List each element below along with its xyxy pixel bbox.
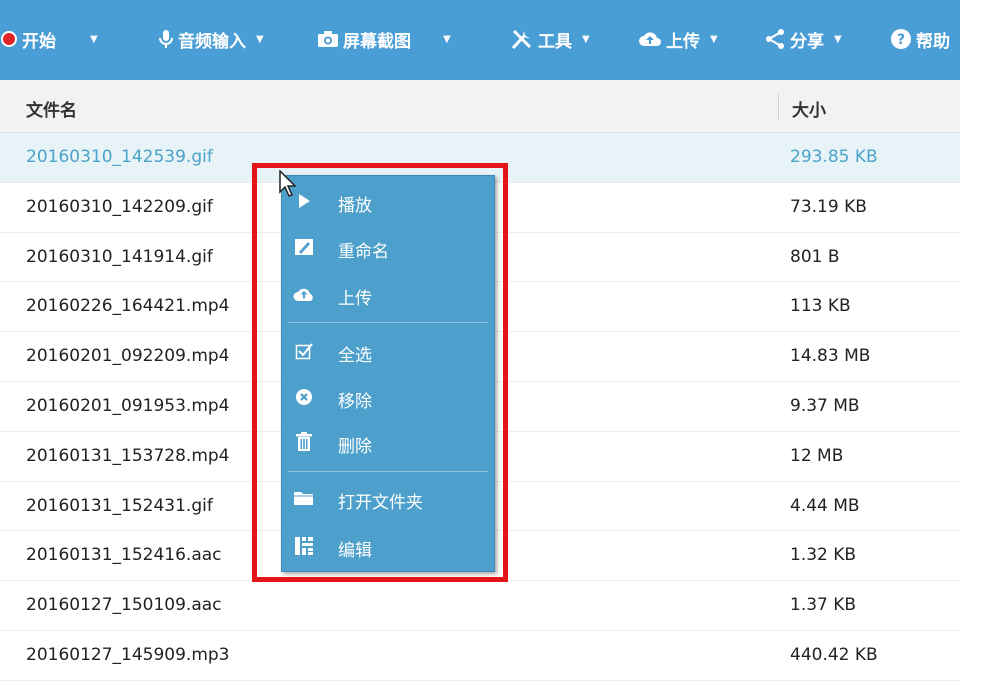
file-size: 4.44 MB [790, 495, 860, 516]
menu-item-open-folder[interactable]: 打开文件夹 [282, 478, 494, 518]
menu-item-delete[interactable]: 删除 [282, 422, 494, 462]
file-name: 20160310_142539.gif [26, 147, 213, 167]
select-all-icon [292, 340, 316, 362]
file-size: 293.85 KB [790, 147, 878, 167]
mouse-cursor-icon [279, 169, 299, 202]
screenshot-label: 屏幕截图 [343, 31, 411, 52]
tools-icon [510, 28, 534, 50]
cloud-upload-icon [638, 30, 662, 48]
menu-item-upload[interactable]: 上传 [282, 274, 494, 314]
file-size: 73.19 KB [790, 196, 867, 217]
toolbar: 开始 ▼ 音频输入 ▼ 屏幕截图 ▼ 工具 ▼ 上传 ▼ 分享 ▼ ? 帮助 [0, 0, 960, 80]
file-size: 440.42 KB [790, 644, 878, 665]
menu-item-remove[interactable]: 移除 [282, 377, 494, 417]
menu-item-edit[interactable]: 编辑 [282, 526, 494, 566]
file-name: 20160310_141914.gif [26, 246, 213, 267]
edit-icon [292, 535, 316, 557]
menu-item-label: 上传 [338, 289, 372, 309]
cloud-upload-icon [292, 283, 316, 305]
table-row[interactable]: 20160127_150109.aac 1.37 KB [0, 581, 960, 631]
chevron-down-icon: ▼ [582, 33, 590, 45]
share-label: 分享 [790, 31, 824, 52]
svg-text:?: ? [897, 32, 905, 48]
help-icon: ? [890, 28, 912, 50]
menu-item-play[interactable]: 播放 [282, 181, 494, 221]
file-size: 14.83 MB [790, 346, 871, 367]
tools-button[interactable]: 工具 ▼ [510, 24, 590, 54]
menu-item-label: 打开文件夹 [338, 493, 423, 513]
table-row[interactable]: 20160127_145909.mp3 440.42 KB [0, 631, 960, 681]
app-window: 开始 ▼ 音频输入 ▼ 屏幕截图 ▼ 工具 ▼ 上传 ▼ 分享 ▼ ? 帮助 文… [0, 0, 960, 682]
file-name: 20160226_164421.mp4 [26, 296, 230, 317]
file-size: 113 KB [790, 296, 851, 317]
file-name: 20160127_150109.aac [26, 595, 222, 616]
file-name: 20160310_142209.gif [26, 196, 213, 217]
trash-icon [292, 431, 316, 453]
context-menu: 播放 重命名 上传 全选 移除 删除 打开文件夹 编辑 [281, 175, 495, 572]
file-size: 9.37 MB [790, 395, 860, 416]
menu-separator [288, 471, 488, 472]
help-button[interactable]: ? 帮助 [890, 24, 950, 54]
start-button[interactable]: 开始 ▼ [0, 24, 98, 54]
record-dot-icon [0, 30, 18, 48]
chevron-down-icon: ▼ [443, 33, 451, 45]
file-name: 20160127_145909.mp3 [26, 644, 230, 665]
menu-item-label: 删除 [338, 437, 372, 457]
column-divider[interactable] [778, 94, 779, 120]
file-name: 20160131_153728.mp4 [26, 445, 230, 466]
start-label: 开始 [22, 31, 56, 52]
file-size: 801 B [790, 246, 840, 267]
column-header-filename[interactable]: 文件名 [26, 96, 77, 121]
menu-item-select-all[interactable]: 全选 [282, 331, 494, 371]
share-button[interactable]: 分享 ▼ [764, 24, 842, 54]
chevron-down-icon: ▼ [90, 33, 98, 45]
menu-item-label: 全选 [338, 346, 372, 366]
menu-item-label: 编辑 [338, 541, 372, 561]
file-size: 1.32 KB [790, 545, 857, 566]
column-header-size[interactable]: 大小 [792, 96, 826, 121]
rename-icon [292, 236, 316, 258]
remove-icon [292, 386, 316, 408]
file-name: 20160131_152416.aac [26, 545, 222, 566]
help-label: 帮助 [916, 31, 950, 52]
microphone-icon [158, 29, 174, 49]
menu-separator [288, 322, 488, 323]
chevron-down-icon: ▼ [256, 33, 264, 45]
audio-input-button[interactable]: 音频输入 ▼ [158, 24, 264, 54]
file-name: 20160201_092209.mp4 [26, 346, 230, 367]
file-name: 20160131_152431.gif [26, 495, 213, 516]
tools-label: 工具 [538, 31, 572, 52]
screenshot-button[interactable]: 屏幕截图 ▼ [317, 24, 451, 54]
file-size: 1.37 KB [790, 595, 857, 616]
chevron-down-icon: ▼ [710, 33, 718, 45]
upload-label: 上传 [666, 31, 700, 52]
camera-icon [317, 30, 339, 48]
menu-item-label: 重命名 [338, 242, 389, 262]
file-list-header: 文件名 大小 [0, 80, 960, 133]
file-name: 20160201_091953.mp4 [26, 395, 230, 416]
upload-button[interactable]: 上传 ▼ [638, 24, 718, 54]
chevron-down-icon: ▼ [834, 33, 842, 45]
audio-input-label: 音频输入 [178, 31, 246, 52]
folder-icon [292, 487, 316, 509]
menu-item-label: 播放 [338, 196, 372, 216]
menu-item-label: 移除 [338, 392, 372, 412]
share-icon [764, 28, 786, 50]
menu-item-rename[interactable]: 重命名 [282, 227, 494, 267]
file-size: 12 MB [790, 445, 844, 466]
